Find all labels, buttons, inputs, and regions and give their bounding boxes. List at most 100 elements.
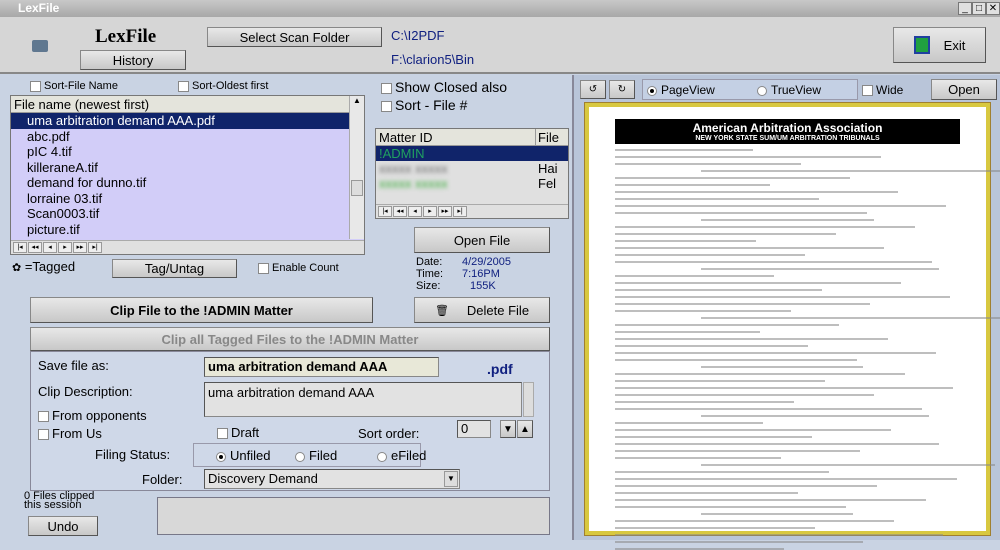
sort-file-name-checkbox[interactable]: Sort-File Name — [30, 80, 118, 92]
matter-navigator[interactable]: |◂ ◂◂ ◂ ▸ ▸▸ ▸| — [376, 204, 568, 218]
document-text-line — [701, 464, 995, 466]
document-text-line — [615, 345, 809, 347]
document-text-line — [615, 457, 781, 459]
document-text-line — [615, 478, 957, 480]
document-text-line — [701, 366, 864, 368]
document-text-line — [701, 219, 874, 221]
show-closed-checkbox[interactable]: Show Closed also — [381, 79, 507, 95]
document-text-line — [615, 331, 760, 333]
draft-checkbox[interactable]: Draft — [217, 425, 259, 440]
matter-file — [536, 146, 538, 161]
document-text-line — [615, 429, 891, 431]
sort-order-label: Sort order: — [358, 426, 420, 441]
radio-filed[interactable]: Filed — [295, 448, 337, 463]
document-text-line — [615, 443, 940, 445]
delete-file-button[interactable]: 🗑 Delete File — [414, 297, 550, 323]
document-text-line — [615, 436, 812, 438]
history-button[interactable]: History — [80, 50, 186, 70]
undo-button[interactable]: Undo — [28, 516, 98, 536]
document-text-line — [615, 296, 950, 298]
viewer-open-button[interactable]: Open — [931, 79, 997, 100]
file-list[interactable]: File name (newest first) uma arbitration… — [10, 95, 365, 255]
document-text-line — [615, 324, 840, 326]
trash-icon: 🗑 — [434, 304, 449, 317]
tag-untag-button[interactable]: Tag/Untag — [112, 259, 237, 278]
file-list-header[interactable]: File name (newest first) — [11, 96, 349, 113]
file-list-navigator[interactable]: |◂ ◂◂ ◂ ▸ ▸▸ ▸| — [11, 240, 364, 254]
matter-id-header[interactable]: Matter ID — [376, 129, 536, 145]
save-as-label: Save file as: — [38, 358, 109, 373]
file-list-item[interactable]: abc.pdf — [11, 129, 349, 145]
document-text-line — [615, 380, 826, 382]
sort-order-down-button[interactable]: ▼ — [500, 420, 516, 438]
sort-oldest-checkbox[interactable]: Sort-Oldest first — [178, 80, 268, 92]
document-text-line — [701, 513, 854, 515]
sort-order-input[interactable]: 0 — [457, 420, 491, 438]
matter-file-header[interactable]: File — [536, 129, 559, 145]
minimize-button[interactable]: _ — [958, 2, 972, 15]
open-file-button[interactable]: Open File — [414, 227, 550, 253]
clip-description-input[interactable]: uma arbitration demand AAA — [204, 382, 522, 417]
enable-count-checkbox[interactable]: Enable Count — [258, 262, 339, 274]
file-list-item[interactable]: Scan0003.tif — [11, 206, 349, 222]
document-text-line — [615, 534, 943, 536]
document-text-line — [615, 282, 902, 284]
file-list-scrollbar[interactable]: ▲ — [349, 96, 364, 239]
file-size: 155K — [470, 280, 496, 292]
save-as-input[interactable]: uma arbitration demand AAA — [204, 357, 439, 377]
radio-unfiled[interactable]: Unfiled — [216, 448, 270, 463]
title-bar: LexFile — [0, 0, 1000, 17]
exit-button[interactable]: Exit — [893, 27, 986, 63]
folder-dropdown[interactable]: Discovery Demand ▼ — [204, 469, 460, 489]
file-list-item[interactable]: killeraneA.tif — [11, 160, 349, 176]
file-list-item[interactable]: lorraine 03.tif — [11, 191, 349, 207]
radio-efiled[interactable]: eFiled — [377, 448, 426, 463]
document-text-line — [615, 506, 847, 508]
clip-file-button[interactable]: Clip File to the !ADMIN Matter — [30, 297, 373, 323]
select-scan-folder-button[interactable]: Select Scan Folder — [207, 27, 382, 47]
clip-description-scrollbar[interactable] — [523, 382, 534, 417]
sort-file-num-checkbox[interactable]: Sort - File # — [381, 97, 467, 113]
matter-row[interactable]: xxxxx xxxxx Hai — [376, 161, 568, 176]
document-text-line — [615, 310, 791, 312]
file-list-item[interactable]: uma arbitration demand AAA.pdf — [11, 113, 349, 129]
radio-trueview[interactable]: TrueView — [757, 83, 821, 97]
document-text-line — [615, 338, 888, 340]
sort-order-up-button[interactable]: ▲ — [517, 420, 533, 438]
tagged-legend: ✿ =Tagged — [12, 259, 76, 274]
file-list-item[interactable]: pIC 4.tif — [11, 144, 349, 160]
document-text-line — [615, 156, 881, 158]
document-preview[interactable]: American Arbitration Association NEW YOR… — [584, 102, 1000, 550]
matter-row[interactable]: !ADMIN — [376, 146, 568, 161]
matter-id: xxxxx xxxxx — [379, 176, 448, 191]
document-text-line — [615, 450, 860, 452]
file-list-item[interactable]: picture.tif — [11, 222, 349, 238]
rotate-right-button[interactable]: ↻ — [609, 80, 635, 99]
matter-list[interactable]: Matter ID File !ADMIN xxxxx xxxxx Hai xxxxx … — [375, 128, 569, 219]
app-name: LexFile — [95, 26, 157, 47]
document-text-line — [615, 527, 816, 529]
matter-row[interactable]: xxxxx xxxxx Fel — [376, 176, 568, 191]
close-button[interactable]: ✕ — [986, 2, 1000, 15]
document-text-line — [701, 268, 940, 270]
rotate-left-button[interactable]: ↺ — [580, 80, 606, 99]
document-text-line — [701, 415, 929, 417]
clip-all-tagged-button[interactable]: Clip all Tagged Files to the !ADMIN Matt… — [30, 327, 550, 351]
document-header: American Arbitration Association NEW YOR… — [615, 119, 960, 144]
wide-checkbox[interactable]: Wide — [862, 83, 903, 97]
exit-door-icon — [913, 36, 930, 54]
document-text-line — [615, 352, 936, 354]
from-us-checkbox[interactable]: From Us — [38, 426, 102, 441]
window-title: LexFile — [18, 1, 60, 15]
matter-file: Fel — [538, 176, 557, 191]
document-text-line — [615, 261, 933, 263]
maximize-button[interactable]: □ — [972, 2, 986, 15]
document-text-line — [615, 198, 819, 200]
document-text-line — [701, 317, 1000, 319]
document-text-line — [615, 408, 923, 410]
file-list-item[interactable]: demand for dunno.tif — [11, 175, 349, 191]
document-text-line — [615, 541, 864, 543]
radio-pageview[interactable]: PageView — [647, 83, 715, 97]
from-opponents-checkbox[interactable]: From opponents — [38, 408, 147, 423]
chevron-down-icon: ▼ — [444, 471, 458, 487]
